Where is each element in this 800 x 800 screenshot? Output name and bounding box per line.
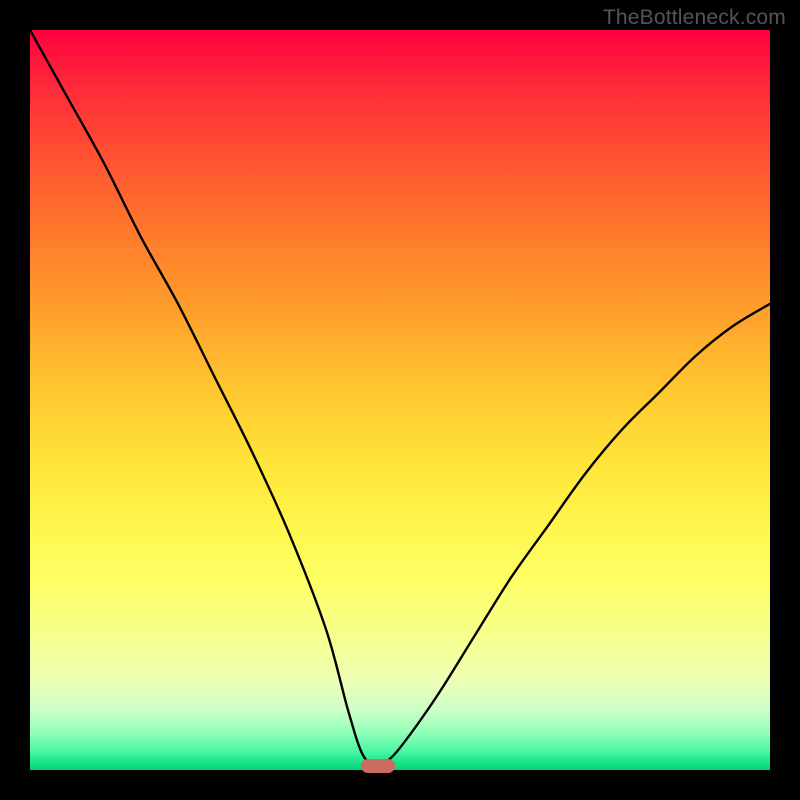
- plot-area: [30, 30, 770, 770]
- bottleneck-curve: [30, 30, 770, 770]
- chart-frame: TheBottleneck.com: [0, 0, 800, 800]
- optimal-point-marker: [361, 759, 395, 773]
- watermark-text: TheBottleneck.com: [603, 6, 786, 30]
